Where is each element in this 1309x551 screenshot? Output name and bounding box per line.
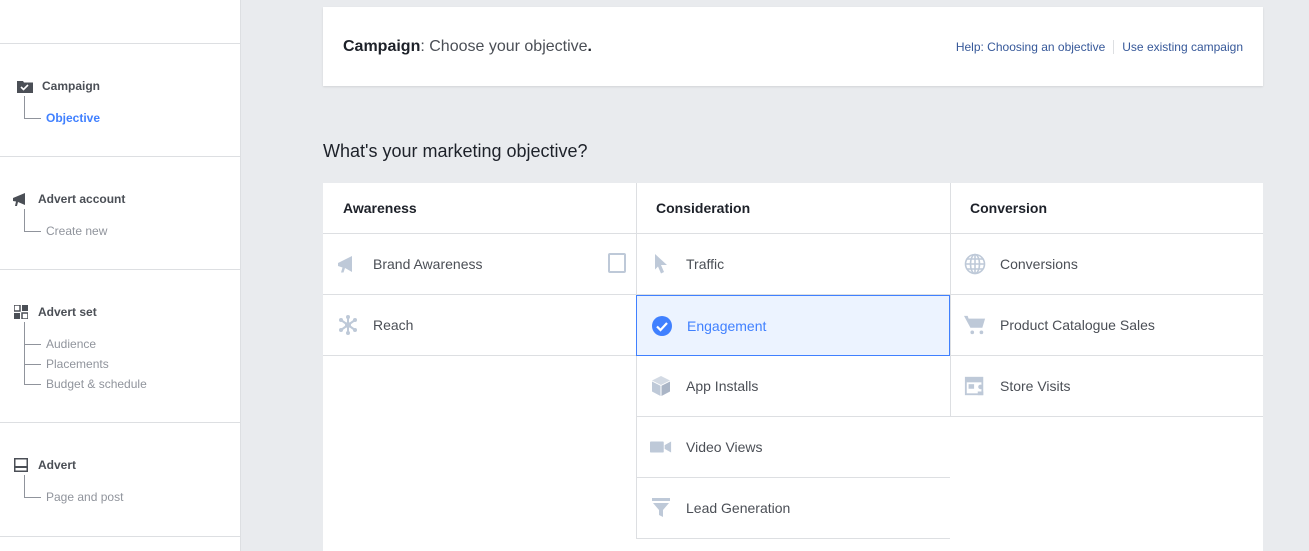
sidebar-subitem-create-new[interactable]: Create new [24,224,107,238]
page-title-period: . [587,37,592,55]
objective-label: Product Catalogue Sales [1000,317,1155,333]
objective-label: Traffic [686,256,725,272]
objective-question: What's your marketing objective? [323,141,588,161]
objective-brand-awareness[interactable]: Brand Awareness [323,234,636,295]
funnel-icon [650,497,672,519]
store-icon [964,375,986,397]
objective-product-catalogue-sales[interactable]: Product Catalogue Sales [950,295,1263,356]
sidebar-divider [0,156,240,157]
objective-label: Engagement [687,317,767,334]
tree-tick [24,230,41,232]
objective-store-visits[interactable]: Store Visits [950,356,1263,417]
column-consideration: Consideration Traffic Engagement App Ins… [636,183,950,539]
objective-traffic[interactable]: Traffic [636,234,950,295]
sidebar-subitem-label: Budget & schedule [46,377,147,391]
reach-icon [337,314,359,336]
tree-tick [24,117,41,119]
objective-video-views[interactable]: Video Views [636,417,950,478]
sidebar-divider [0,422,240,423]
objective-label: App Installs [686,378,759,394]
tree-tick [24,343,41,345]
sidebar-subitem-page-and-post[interactable]: Page and post [24,490,123,504]
column-header: Awareness [323,183,636,234]
sidebar-subitem-label: Page and post [46,490,124,504]
sidebar-item-label: Advert [38,458,77,472]
objective-conversions[interactable]: Conversions [950,234,1263,295]
grid-icon [12,304,30,320]
megaphone-icon [12,191,30,207]
sidebar-subitem-budget-schedule[interactable]: Budget & schedule [24,377,147,391]
sidebar-subitem-label: Placements [46,357,109,371]
megaphone-icon [337,253,359,275]
sidebar-item-label: Advert account [38,192,126,206]
objective-app-installs[interactable]: App Installs [636,356,950,417]
sidebar-subitem-label: Audience [46,337,97,351]
objective-grid: Awareness Brand Awareness Reach Consider… [323,183,1263,551]
objective-label: Conversions [1000,256,1078,272]
objective-label: Reach [373,317,414,333]
sidebar-subitem-objective[interactable]: Objective [24,111,100,125]
check-circle-icon [651,315,673,337]
link-separator [1113,39,1115,54]
column-header: Conversion [950,183,1263,234]
globe-icon [964,253,986,275]
cursor-icon [650,253,672,275]
objective-label: Lead Generation [686,500,791,516]
sidebar-item-advert-account[interactable]: Advert account [12,191,125,207]
sidebar-divider [0,536,240,537]
sidebar-divider [0,43,240,44]
box-icon [650,375,672,397]
sidebar-item-advert[interactable]: Advert [12,457,76,473]
page-title-rest: : Choose your objective [420,37,588,55]
tree-tick [24,363,41,365]
tree-line [24,322,25,384]
objective-checkbox[interactable] [608,253,626,273]
tree-tick [24,383,41,385]
sidebar-item-advert-set[interactable]: Advert set [12,304,97,320]
column-header: Consideration [636,183,950,234]
sidebar: Campaign Objective Advert account Create… [0,0,241,551]
sidebar-subitem-label: Objective [46,111,101,125]
sidebar-divider [0,269,240,270]
sidebar-item-campaign[interactable]: Campaign [16,78,100,94]
use-existing-campaign-link[interactable]: Use existing campaign [1122,40,1243,54]
campaign-header-card: Campaign: Choose your objective. Help: C… [323,7,1263,86]
help-choosing-objective-link[interactable]: Help: Choosing an objective [956,40,1105,54]
sidebar-item-label: Advert set [38,305,97,319]
objective-engagement[interactable]: Engagement [636,295,950,356]
tree-tick [24,496,41,498]
sidebar-subitem-audience[interactable]: Audience [24,337,96,351]
sidebar-subitem-label: Create new [46,224,108,238]
folder-check-icon [16,78,34,94]
advert-frame-icon [12,457,30,473]
page-title-bold: Campaign [343,37,421,55]
header-links: Help: Choosing an objective Use existing… [956,39,1243,54]
page-title: Campaign: Choose your objective. [343,38,592,56]
objective-label: Brand Awareness [373,256,483,272]
video-camera-icon [650,436,672,458]
objective-label: Video Views [686,439,763,455]
column-awareness: Awareness Brand Awareness Reach [323,183,636,356]
objective-label: Store Visits [1000,378,1071,394]
column-conversion: Conversion Conversions Product Catalogue… [950,183,1263,417]
objective-reach[interactable]: Reach [323,295,636,356]
sidebar-item-label: Campaign [42,79,101,93]
cart-icon [964,314,986,336]
objective-lead-generation[interactable]: Lead Generation [636,478,950,539]
sidebar-subitem-placements[interactable]: Placements [24,357,109,371]
